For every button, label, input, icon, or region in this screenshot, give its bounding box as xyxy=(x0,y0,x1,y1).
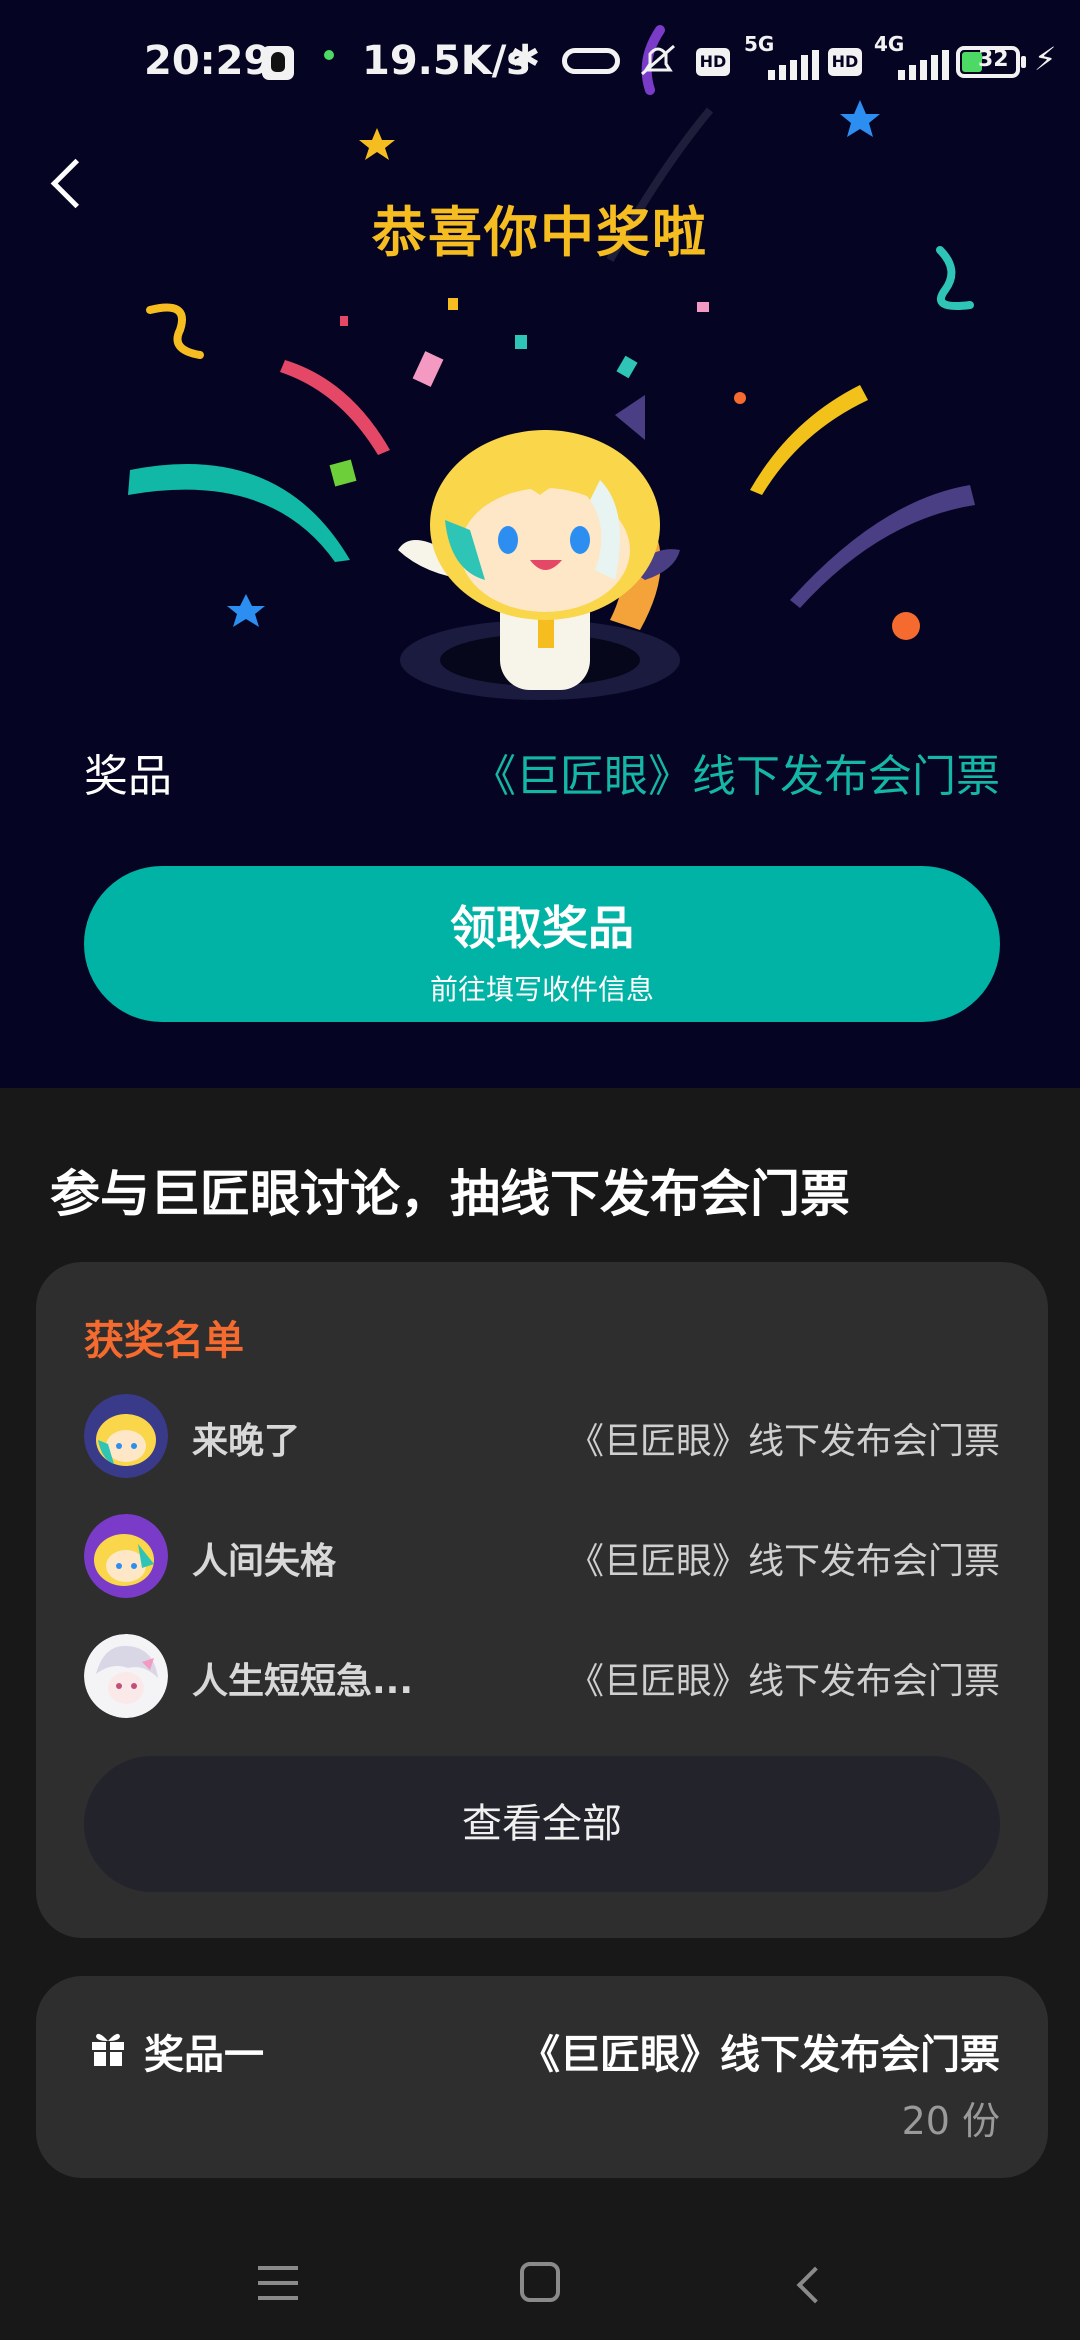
winner-prize: 《巨匠眼》线下发布会门票 xyxy=(567,1541,1000,1582)
claim-prize-label: 领取奖品 xyxy=(450,901,634,955)
charging-icon: ⚡ xyxy=(1034,40,1057,78)
avatar xyxy=(84,1514,168,1598)
winner-row[interactable]: 来晚了 《巨匠眼》线下发布会门票 xyxy=(84,1394,1000,1480)
winner-row[interactable]: 人间失格 《巨匠眼》线下发布会门票 xyxy=(84,1514,1000,1600)
prize-info-row: 奖品 《巨匠眼》线下发布会门票 xyxy=(84,736,1000,802)
mascot-illustration xyxy=(398,395,680,690)
battery-level: 32 xyxy=(978,47,1009,72)
signal-icon xyxy=(768,50,822,80)
winners-card: 获奖名单 来晚了 《巨匠眼》线下发布会门票 人间失格 《巨匠眼》线下发布会门票 xyxy=(36,1262,1048,1938)
system-navigation-bar xyxy=(0,2210,1080,2340)
prize-number-label: 奖品一 xyxy=(144,2032,264,2078)
claim-prize-sublabel: 前往填写收件信息 xyxy=(429,973,654,1006)
prize-card-name: 《巨匠眼》线下发布会门票 xyxy=(520,2032,1000,2078)
event-title: 参与巨匠眼讨论，抽线下发布会门票 xyxy=(50,1165,850,1223)
status-time: 20:29 xyxy=(144,38,272,84)
prize-label: 奖品 xyxy=(84,751,172,802)
avatar xyxy=(84,1394,168,1478)
prize-card: 奖品一 《巨匠眼》线下发布会门票 20 份 xyxy=(36,1976,1048,2178)
winner-name: 人生短短急... xyxy=(192,1661,414,1702)
winner-name: 人间失格 xyxy=(192,1541,337,1582)
page-title: 恭喜你中奖啦 xyxy=(372,201,708,264)
hd-icon: HD xyxy=(828,48,862,76)
status-bar: 20:29 19.5K/s ✱ HD 5G HD 4G 32 ⚡ xyxy=(0,0,1080,130)
winner-prize: 《巨匠眼》线下发布会门票 xyxy=(567,1421,1000,1462)
celebration-panel: 20:29 19.5K/s ✱ HD 5G HD 4G 32 ⚡ 恭喜你中奖啦 … xyxy=(0,0,1080,1088)
view-all-button[interactable]: 查看全部 xyxy=(84,1756,1000,1892)
system-back-button[interactable] xyxy=(790,2264,830,2304)
recent-apps-button[interactable] xyxy=(258,2266,298,2300)
link-icon xyxy=(562,48,620,74)
status-icons: ✱ HD 5G HD 4G 32 ⚡ xyxy=(510,32,1070,88)
prize-quantity: 20 份 xyxy=(901,2099,1000,2143)
bell-muted-icon xyxy=(641,44,675,76)
winner-row[interactable]: 人生短短急... 《巨匠眼》线下发布会门票 xyxy=(84,1634,1000,1720)
winners-heading: 获奖名单 xyxy=(84,1318,244,1364)
winner-name: 来晚了 xyxy=(192,1421,301,1462)
notification-dot-icon xyxy=(324,50,334,60)
claim-prize-button[interactable]: 领取奖品 前往填写收件信息 xyxy=(84,866,1000,1022)
signal-icon xyxy=(898,50,952,80)
qq-notification-icon xyxy=(262,46,294,80)
home-button[interactable] xyxy=(520,2262,560,2302)
gift-icon xyxy=(92,2033,124,2066)
prize-name: 《巨匠眼》线下发布会门票 xyxy=(472,751,1000,802)
winner-prize: 《巨匠眼》线下发布会门票 xyxy=(567,1661,1000,1702)
hd-icon: HD xyxy=(696,48,730,76)
network-speed: 19.5K/s xyxy=(362,38,531,84)
battery-icon: 32 xyxy=(956,46,1026,78)
bluetooth-icon: ✱ xyxy=(510,38,541,79)
avatar xyxy=(84,1634,168,1718)
